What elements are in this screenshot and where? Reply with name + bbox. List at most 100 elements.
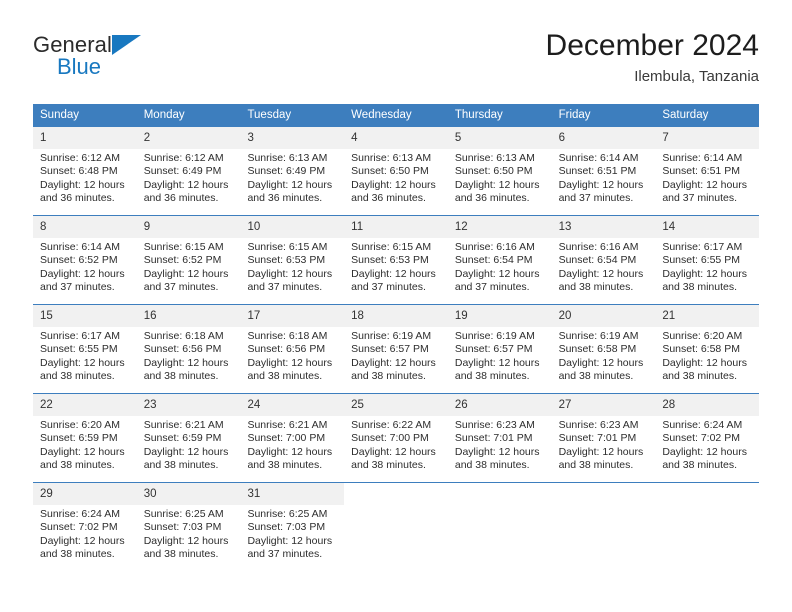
day-details: Sunrise: 6:19 AM Sunset: 6:58 PM Dayligh… [552,327,656,384]
daylight-text-line2: and 36 minutes. [351,192,426,205]
day-details: Sunrise: 6:22 AM Sunset: 7:00 PM Dayligh… [344,416,448,473]
daylight-text-line1: Daylight: 12 hours [40,356,125,369]
sunset-text: Sunset: 6:54 PM [558,254,637,267]
day-cell[interactable]: 18 Sunrise: 6:19 AM Sunset: 6:57 PM Dayl… [344,305,448,386]
weekday-header-thursday: Thursday [454,109,503,121]
day-details: Sunrise: 6:16 AM Sunset: 6:54 PM Dayligh… [448,238,552,295]
sunrise-text: Sunrise: 6:17 AM [40,330,120,342]
day-number [551,483,656,505]
day-number: 24 [240,394,345,416]
sunset-text: Sunset: 6:52 PM [40,254,118,267]
daylight-text-line2: and 37 minutes. [247,548,323,561]
day-details: Sunrise: 6:20 AM Sunset: 6:58 PM Dayligh… [655,327,759,384]
daylight-text-line1: Daylight: 12 hours [351,267,436,280]
daylight-text-line1: Daylight: 12 hours [143,534,229,547]
day-details: Sunrise: 6:24 AM Sunset: 7:02 PM Dayligh… [655,416,759,473]
day-details: Sunrise: 6:14 AM Sunset: 6:51 PM Dayligh… [655,149,759,206]
sunrise-text: Sunrise: 6:22 AM [351,419,432,431]
day-cell[interactable]: 20 Sunrise: 6:19 AM Sunset: 6:58 PM Dayl… [551,305,656,386]
day-cell[interactable]: 10 Sunrise: 6:15 AM Sunset: 6:53 PM Dayl… [240,216,345,297]
day-cell[interactable]: 12 Sunrise: 6:16 AM Sunset: 6:54 PM Dayl… [447,216,552,297]
day-cell[interactable]: 7 Sunrise: 6:14 AM Sunset: 6:51 PM Dayli… [655,127,760,208]
day-cell[interactable]: 9 Sunrise: 6:15 AM Sunset: 6:52 PM Dayli… [136,216,241,297]
sunset-text: Sunset: 6:53 PM [247,254,326,267]
sunrise-text: Sunrise: 6:25 AM [247,508,328,520]
day-cell[interactable]: 16 Sunrise: 6:18 AM Sunset: 6:56 PM Dayl… [136,305,241,386]
sunset-text: Sunset: 6:58 PM [662,343,740,356]
day-number: 2 [136,127,241,149]
sunrise-text: Sunrise: 6:23 AM [454,419,535,431]
weekday-header-saturday: Saturday [662,109,709,121]
day-cell[interactable]: 15 Sunrise: 6:17 AM Sunset: 6:55 PM Dayl… [33,305,137,386]
sunrise-text: Sunrise: 6:19 AM [454,330,535,342]
day-number: 12 [447,216,552,238]
sunset-text: Sunset: 6:48 PM [40,165,118,178]
sunset-text: Sunset: 6:56 PM [247,343,326,356]
week-row: 15 Sunrise: 6:17 AM Sunset: 6:55 PM Dayl… [33,304,760,386]
day-cell[interactable]: 11 Sunrise: 6:15 AM Sunset: 6:53 PM Dayl… [344,216,448,297]
day-cell[interactable]: 29 Sunrise: 6:24 AM Sunset: 7:02 PM Dayl… [33,483,137,564]
title-block: December 2024 Ilembula, Tanzania [546,28,759,88]
daylight-text-line2: and 38 minutes. [143,370,219,383]
sunset-text: Sunset: 6:51 PM [662,165,740,178]
daylight-text-line2: and 38 minutes. [351,370,426,383]
day-number: 17 [240,305,345,327]
day-cell[interactable]: 17 Sunrise: 6:18 AM Sunset: 6:56 PM Dayl… [240,305,345,386]
daylight-text-line1: Daylight: 12 hours [454,178,540,191]
sunset-text: Sunset: 7:02 PM [40,521,118,534]
day-cell[interactable]: 13 Sunrise: 6:16 AM Sunset: 6:54 PM Dayl… [551,216,656,297]
daylight-text-line2: and 38 minutes. [454,370,530,383]
daylight-text-line1: Daylight: 12 hours [40,445,125,458]
day-number: 14 [655,216,760,238]
day-cell[interactable]: 30 Sunrise: 6:25 AM Sunset: 7:03 PM Dayl… [136,483,241,564]
day-cell[interactable]: 25 Sunrise: 6:22 AM Sunset: 7:00 PM Dayl… [344,394,448,475]
day-cell[interactable]: 23 Sunrise: 6:21 AM Sunset: 6:59 PM Dayl… [136,394,241,475]
day-cell[interactable]: 28 Sunrise: 6:24 AM Sunset: 7:02 PM Dayl… [655,394,760,475]
day-cell[interactable]: 1 Sunrise: 6:12 AM Sunset: 6:48 PM Dayli… [33,127,137,208]
triangle-icon [112,35,141,55]
day-cell[interactable]: 22 Sunrise: 6:20 AM Sunset: 6:59 PM Dayl… [33,394,137,475]
day-number: 31 [240,483,345,505]
sunset-text: Sunset: 6:50 PM [454,165,533,178]
sunrise-text: Sunrise: 6:12 AM [143,152,224,164]
sunset-text: Sunset: 7:01 PM [454,432,533,445]
sunrise-text: Sunrise: 6:13 AM [454,152,535,164]
sunrise-text: Sunrise: 6:13 AM [247,152,328,164]
day-details: Sunrise: 6:21 AM Sunset: 7:00 PM Dayligh… [240,416,344,473]
day-number: 28 [655,394,760,416]
sunset-text: Sunset: 6:58 PM [558,343,637,356]
day-cell[interactable]: 14 Sunrise: 6:17 AM Sunset: 6:55 PM Dayl… [655,216,760,297]
day-cell[interactable]: 2 Sunrise: 6:12 AM Sunset: 6:49 PM Dayli… [136,127,241,208]
sunset-text: Sunset: 6:55 PM [40,343,118,356]
sunset-text: Sunset: 7:00 PM [351,432,429,445]
day-cell[interactable]: 24 Sunrise: 6:21 AM Sunset: 7:00 PM Dayl… [240,394,345,475]
day-number: 18 [344,305,448,327]
daylight-text-line1: Daylight: 12 hours [247,445,333,458]
sunrise-text: Sunrise: 6:15 AM [143,241,224,253]
sunrise-text: Sunrise: 6:12 AM [40,152,120,164]
sunrise-text: Sunrise: 6:19 AM [351,330,432,342]
general-blue-logo: General Blue [33,32,253,88]
sunrise-text: Sunrise: 6:18 AM [247,330,328,342]
day-cell[interactable]: 31 Sunrise: 6:25 AM Sunset: 7:03 PM Dayl… [240,483,345,564]
sunset-text: Sunset: 6:49 PM [247,165,326,178]
weekday-header-row: Sunday Monday Tuesday Wednesday Thursday… [33,104,759,127]
daylight-text-line1: Daylight: 12 hours [40,534,125,547]
day-cell[interactable]: 21 Sunrise: 6:20 AM Sunset: 6:58 PM Dayl… [655,305,760,386]
daylight-text-line2: and 38 minutes. [454,459,530,472]
day-cell[interactable]: 8 Sunrise: 6:14 AM Sunset: 6:52 PM Dayli… [33,216,137,297]
day-number: 1 [33,127,137,149]
day-cell[interactable]: 19 Sunrise: 6:19 AM Sunset: 6:57 PM Dayl… [447,305,552,386]
day-cell[interactable]: 3 Sunrise: 6:13 AM Sunset: 6:49 PM Dayli… [240,127,345,208]
day-details: Sunrise: 6:17 AM Sunset: 6:55 PM Dayligh… [33,327,137,384]
daylight-text-line2: and 37 minutes. [247,281,323,294]
day-cell[interactable]: 5 Sunrise: 6:13 AM Sunset: 6:50 PM Dayli… [447,127,552,208]
day-cell[interactable]: 6 Sunrise: 6:14 AM Sunset: 6:51 PM Dayli… [551,127,656,208]
daylight-text-line2: and 38 minutes. [662,370,738,383]
day-cell[interactable]: 27 Sunrise: 6:23 AM Sunset: 7:01 PM Dayl… [551,394,656,475]
weekday-header-monday: Monday [143,109,185,121]
day-cell[interactable]: 4 Sunrise: 6:13 AM Sunset: 6:50 PM Dayli… [344,127,448,208]
day-number: 29 [33,483,137,505]
day-cell[interactable]: 26 Sunrise: 6:23 AM Sunset: 7:01 PM Dayl… [447,394,552,475]
day-number: 10 [240,216,345,238]
